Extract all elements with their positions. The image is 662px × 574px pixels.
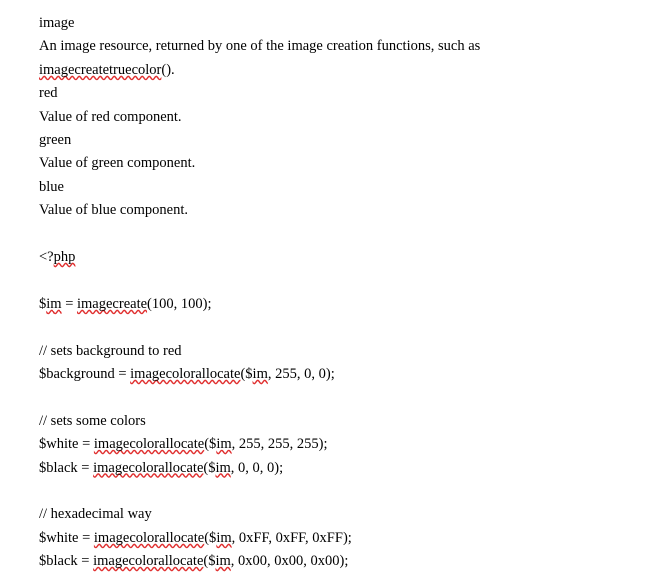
text-line: image [39, 15, 75, 31]
text-line: // sets background to red [39, 342, 182, 359]
text-line: $black = imagecolorallocate($im, 0x00, 0… [39, 553, 349, 570]
misspelled-word: im [216, 436, 232, 453]
text-line: blue [39, 178, 64, 195]
misspelled-word: im [46, 295, 62, 312]
text-line: // hexadecimal way [39, 506, 152, 523]
text-line: Value of green component. [39, 155, 196, 172]
text-line: $im = imagecreate(100, 100); [39, 295, 212, 312]
text-line: Value of blue component. [39, 202, 188, 219]
misspelled-word: imagecreate [77, 295, 148, 312]
misspelled-word: im [215, 459, 231, 476]
text-line: Value of red component. [39, 108, 182, 125]
document-text-body: image An image resource, returned by one … [39, 12, 651, 574]
text-line: // sets some colors [39, 412, 146, 429]
text-line: $white = imagecolorallocate($im, 0xFF, 0… [39, 529, 352, 546]
text-line: $black = imagecolorallocate($im, 0, 0, 0… [39, 459, 284, 476]
misspelled-word: im [216, 529, 232, 546]
text-line: green [39, 132, 72, 149]
text-line: An image resource, returned by one of th… [39, 38, 481, 55]
misspelled-word: imagecolorallocate [93, 436, 205, 453]
text-line: red [39, 85, 58, 102]
misspelled-word: imagecolorallocate [93, 459, 204, 476]
misspelled-word: imagecreatetruecolor [39, 61, 162, 78]
document-page: image An image resource, returned by one … [0, 0, 662, 569]
text-line: $white = imagecolorallocate($im, 255, 25… [39, 436, 328, 453]
text-line: $background = imagecolorallocate($im, 25… [39, 366, 335, 383]
misspelled-word: imagecolorallocate [93, 529, 205, 546]
text-line: <?php [39, 249, 76, 266]
misspelled-word: php [53, 249, 76, 266]
text-line: imagecreatetruecolor(). [39, 61, 175, 78]
misspelled-word: im [252, 366, 268, 383]
misspelled-word: imagecolorallocate [130, 366, 241, 383]
